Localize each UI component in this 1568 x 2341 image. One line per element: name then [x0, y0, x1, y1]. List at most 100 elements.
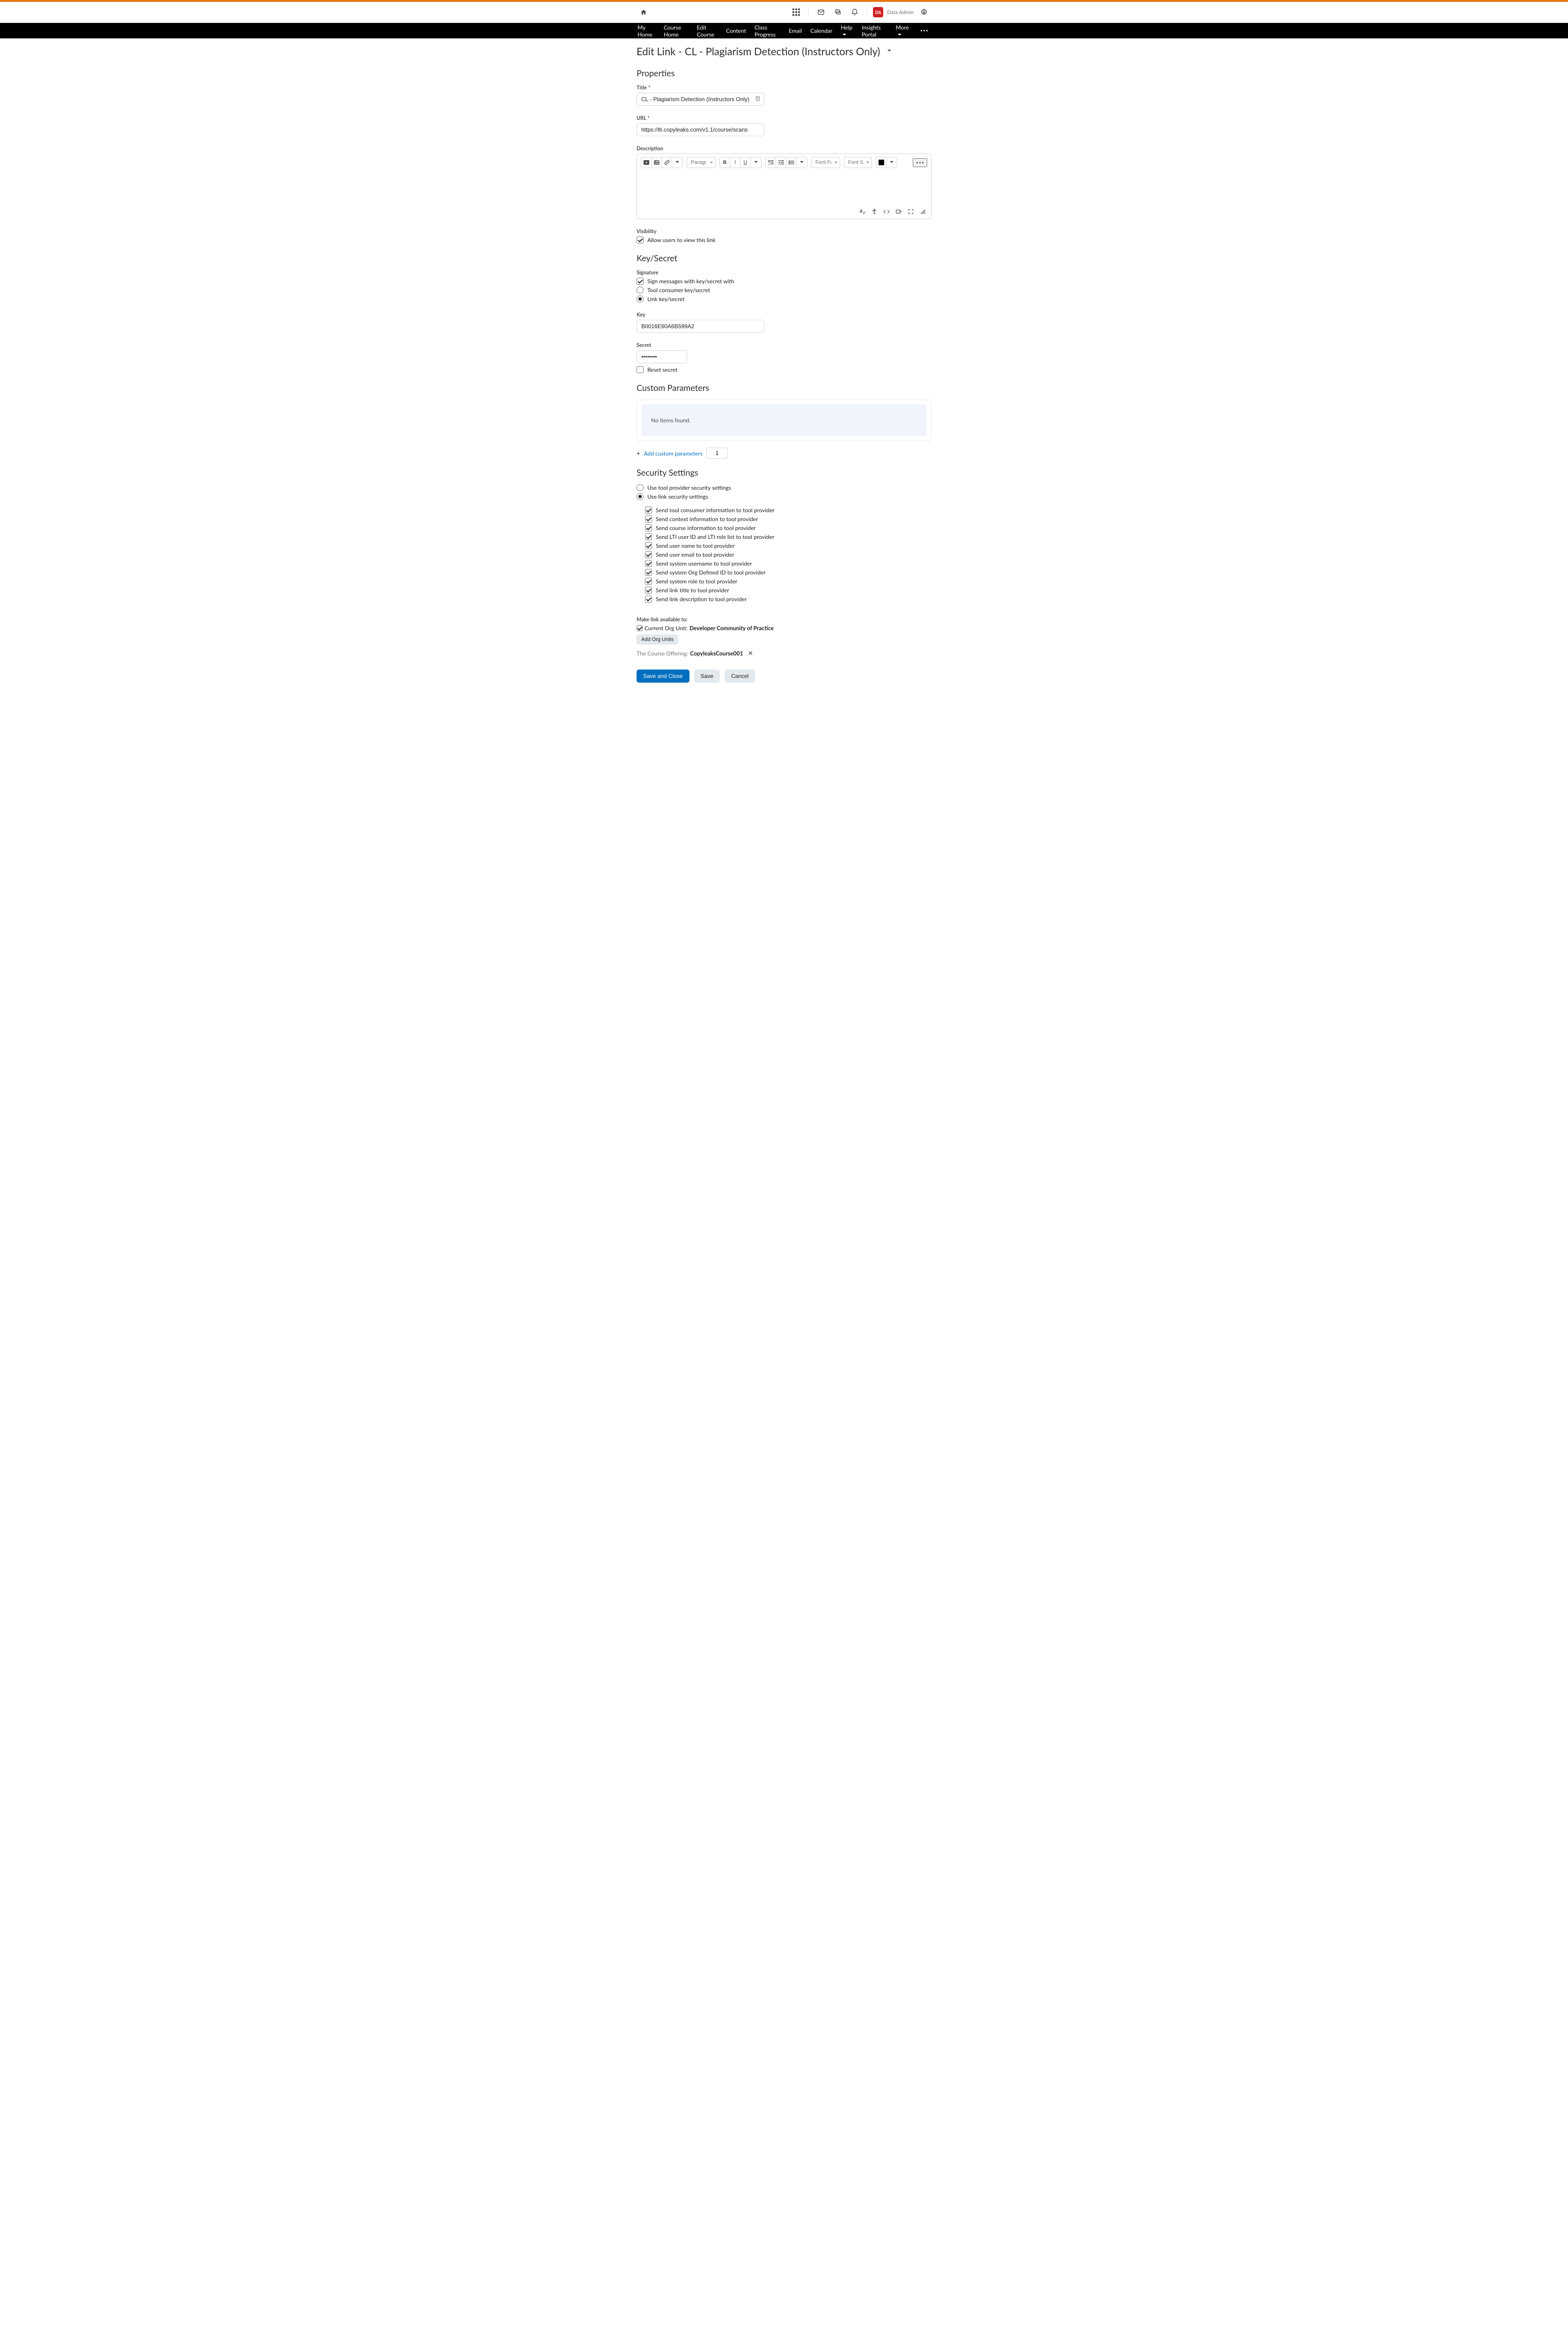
rte-overflow[interactable] — [913, 158, 927, 167]
description-label: Description — [637, 146, 931, 152]
remove-course-offering[interactable]: ✕ — [748, 649, 754, 657]
course-offering-prefix: The Course Offering: — [637, 650, 688, 657]
url-input[interactable] — [637, 123, 764, 136]
add-custom-params-link[interactable]: Add custom parameters — [644, 450, 703, 457]
current-org-prefix: Current Org Unit: — [645, 625, 688, 632]
rte-image-icon[interactable] — [652, 157, 662, 168]
nav-insights[interactable]: Insights Portal — [862, 24, 887, 38]
nav-class-progress[interactable]: Class Progress — [755, 24, 780, 38]
rte-link-icon[interactable] — [662, 157, 672, 168]
rte-outdent-icon[interactable] — [766, 157, 776, 168]
security-opt-3-label: Send LTI user ID and LTI role list to to… — [656, 533, 774, 540]
sign-messages-checkbox[interactable] — [637, 278, 644, 285]
security-opt-6-label: Send system username to tool provider — [656, 560, 752, 567]
title-input[interactable] — [637, 93, 764, 106]
rte-color-swatch[interactable] — [876, 157, 887, 168]
add-org-units-button[interactable]: Add Org Units — [637, 634, 678, 645]
section-security: Security Settings — [637, 467, 931, 478]
rte-source-icon[interactable] — [882, 207, 891, 216]
tool-consumer-radio[interactable] — [637, 287, 644, 294]
security-opt-1-label: Send context information to tool provide… — [656, 515, 758, 523]
nav-calendar[interactable]: Calendar — [810, 27, 832, 34]
cancel-button[interactable]: Cancel — [725, 670, 755, 683]
custom-params-count[interactable] — [706, 448, 728, 459]
sign-messages-text: Sign messages with key/secret with — [647, 278, 734, 285]
save-and-close-button[interactable]: Save and Close — [637, 670, 689, 683]
rte-spellcheck-icon[interactable] — [858, 207, 866, 216]
rte-body[interactable] — [637, 171, 931, 205]
security-opt-4-checkbox[interactable] — [645, 542, 652, 549]
nav-content[interactable]: Content — [726, 27, 746, 34]
rte-insert-dropdown[interactable] — [672, 157, 682, 168]
url-label: URL — [637, 115, 931, 121]
rte-bold[interactable]: B — [720, 157, 730, 168]
title-label: Title — [637, 85, 931, 91]
security-opt-5-checkbox[interactable] — [645, 551, 652, 558]
title-suffix-icon[interactable] — [755, 96, 761, 103]
save-button[interactable]: Save — [694, 670, 720, 683]
gear-icon[interactable] — [917, 6, 931, 19]
rte-color-dropdown[interactable] — [887, 157, 897, 168]
security-opt-7-checkbox[interactable] — [645, 569, 652, 576]
use-link-security-text: Use link security settings — [647, 493, 708, 500]
security-opt-9-checkbox[interactable] — [645, 587, 652, 594]
secret-input[interactable] — [637, 350, 687, 363]
rte-font-family-select[interactable]: Font Famil — [811, 157, 840, 168]
rte-font-size-select[interactable]: Font Size — [844, 157, 872, 168]
nav-course-home[interactable]: Course Home — [664, 24, 689, 38]
visibility-label: Visibility — [637, 228, 931, 235]
rte-accessibility-icon[interactable] — [870, 207, 879, 216]
rte-media-icon[interactable] — [641, 157, 652, 168]
avatar[interactable]: DA — [873, 7, 883, 17]
use-link-security-radio[interactable] — [637, 493, 644, 500]
rte-italic[interactable]: I — [730, 157, 740, 168]
title-dropdown[interactable] — [886, 46, 893, 57]
plus-icon: + — [637, 449, 640, 457]
navbar: My Home Course Home Edit Course Content … — [0, 23, 1568, 38]
secret-label: Secret — [637, 342, 931, 348]
nav-edit-course[interactable]: Edit Course — [697, 24, 718, 38]
link-key-radio[interactable] — [637, 295, 644, 302]
home-icon[interactable] — [637, 6, 650, 18]
bell-icon[interactable] — [848, 6, 861, 19]
nav-overflow[interactable] — [918, 27, 931, 34]
use-tool-provider-radio[interactable] — [637, 484, 644, 491]
rte-underline[interactable]: U — [740, 157, 751, 168]
security-opt-10-checkbox[interactable] — [645, 596, 652, 603]
security-opt-0-checkbox[interactable] — [645, 507, 652, 514]
security-opt-2-checkbox[interactable] — [645, 524, 652, 531]
minibar: DA Data Admin — [0, 2, 1568, 23]
security-opt-8-label: Send system role to tool provider — [656, 578, 737, 585]
rte-fullscreen-icon[interactable] — [907, 207, 915, 216]
key-input[interactable] — [637, 320, 764, 333]
make-available-label: Make link available to: — [637, 617, 931, 623]
security-opt-5-label: Send user email to tool provider — [656, 551, 734, 558]
rte-list-icon[interactable] — [786, 157, 797, 168]
course-offering-value: CopyleaksCourse001 — [690, 650, 743, 657]
rte-resize-icon[interactable] — [919, 207, 927, 216]
security-opt-1-checkbox[interactable] — [645, 515, 652, 523]
visibility-checkbox[interactable] — [637, 236, 644, 243]
nav-more[interactable]: More — [896, 24, 909, 38]
security-opt-6-checkbox[interactable] — [645, 560, 652, 567]
security-opt-8-checkbox[interactable] — [645, 578, 652, 585]
nav-my-home[interactable]: My Home — [637, 24, 655, 38]
waffle-icon[interactable] — [790, 6, 803, 19]
page-title: Edit Link - CL - Plagiarism Detection (I… — [637, 45, 931, 58]
rte-text-dropdown[interactable] — [751, 157, 761, 168]
use-tool-provider-text: Use tool provider security settings — [647, 484, 731, 491]
current-org-checkbox[interactable] — [637, 625, 643, 631]
mail-icon[interactable] — [814, 6, 828, 19]
chat-icon[interactable] — [831, 6, 844, 19]
rte-indent-icon[interactable] — [776, 157, 786, 168]
user-name[interactable]: Data Admin — [887, 9, 914, 15]
nav-email[interactable]: Email — [789, 27, 802, 34]
rte-paragraph-select[interactable]: Paragraph — [687, 157, 716, 168]
nav-help[interactable]: Help — [841, 24, 853, 38]
section-properties: Properties — [637, 68, 931, 78]
rte-align-dropdown[interactable] — [797, 157, 807, 168]
security-opt-3-checkbox[interactable] — [645, 533, 652, 540]
security-opt-0-label: Send tool consumer information to tool p… — [656, 507, 775, 514]
rte-preview-icon[interactable] — [894, 207, 903, 216]
reset-secret-checkbox[interactable] — [637, 366, 644, 373]
